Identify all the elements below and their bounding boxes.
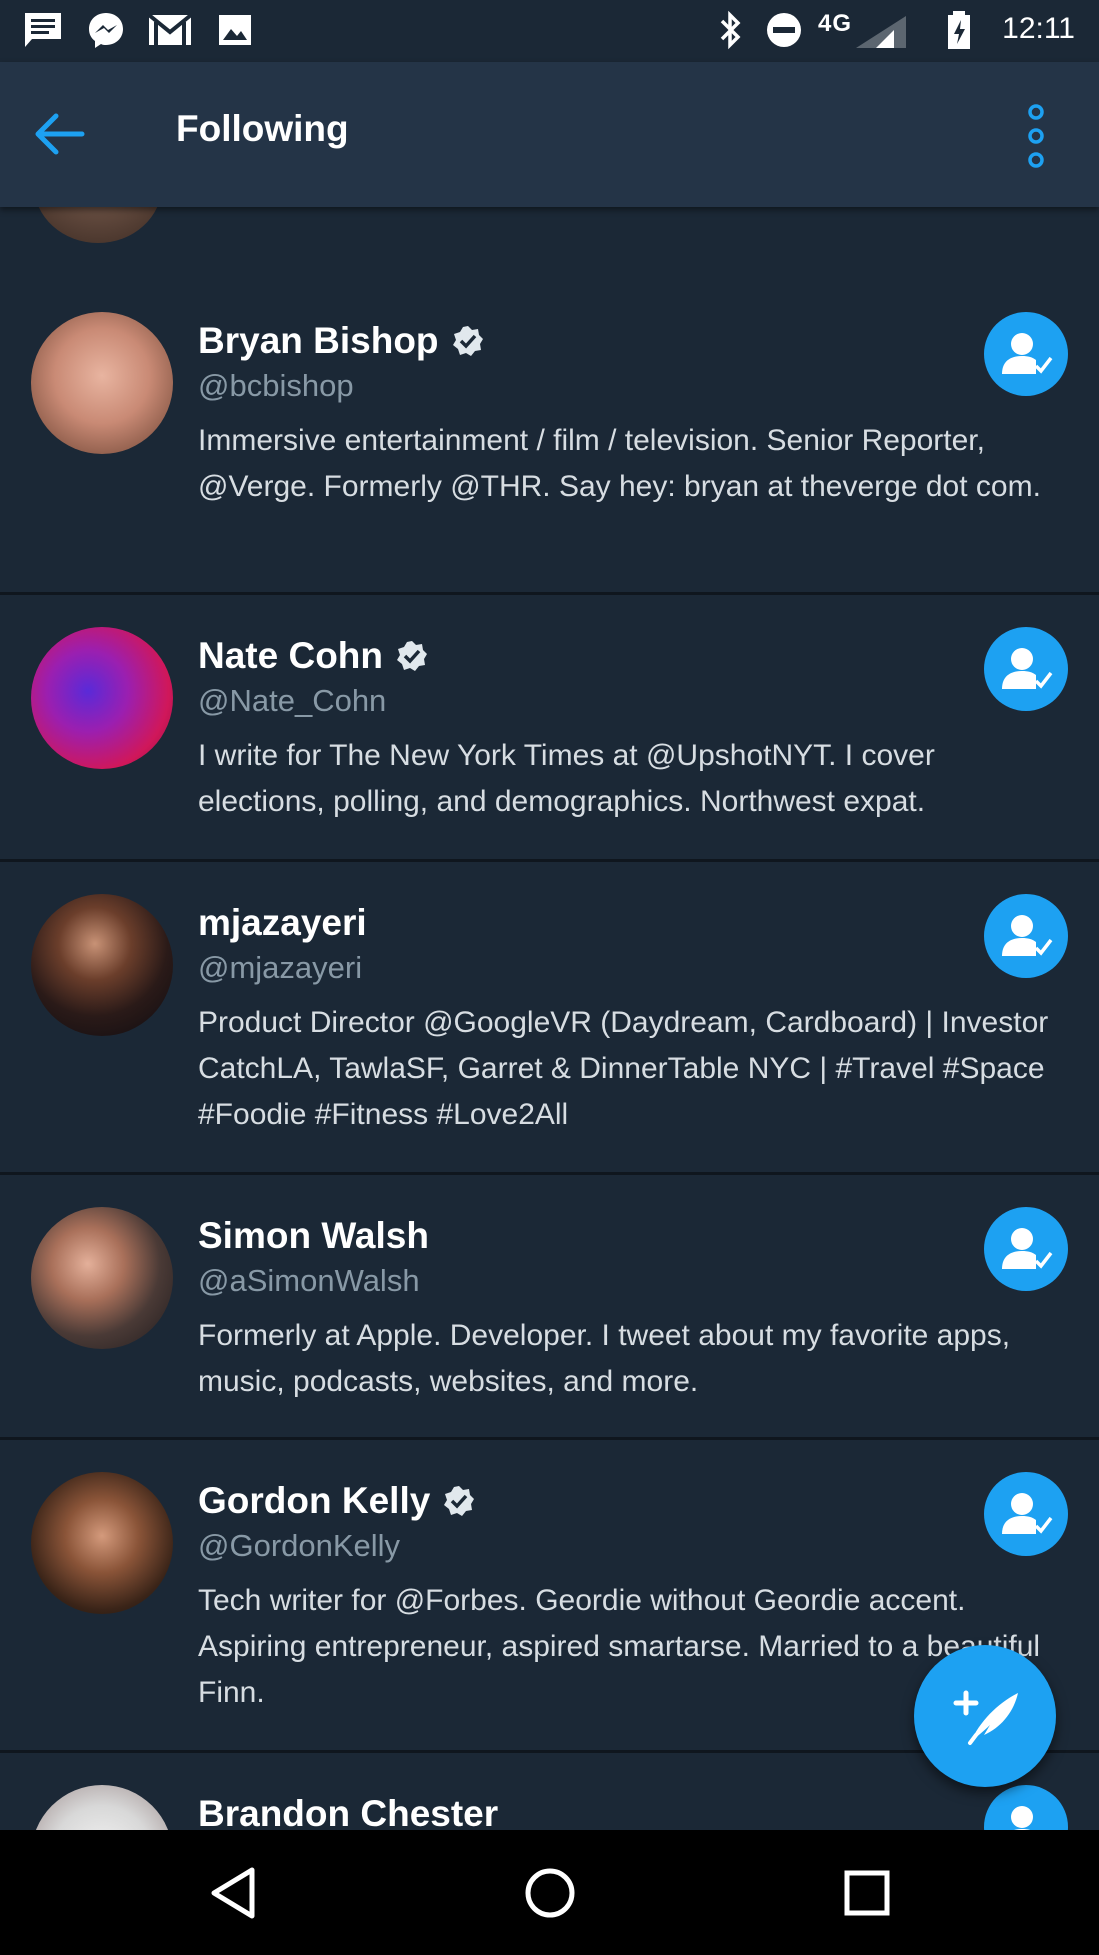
list-item-partial[interactable] [0, 207, 1099, 283]
user-name: Nate Cohn [198, 635, 383, 676]
compose-tweet-icon [953, 1690, 1018, 1745]
avatar[interactable] [31, 894, 173, 1036]
user-bio: I write for The New York Times at @Upsho… [198, 739, 935, 818]
following-list[interactable]: Bryan Bishop @bcbishop Immersive enterta… [0, 207, 1099, 1830]
messenger-icon [89, 13, 123, 48]
list-item[interactable]: Nate Cohn @Nate_Cohn I write for The New… [0, 595, 1099, 862]
following-toggle-button[interactable] [984, 894, 1068, 978]
app-bar: Following [0, 62, 1099, 207]
user-handle: @Nate_Cohn [198, 683, 387, 718]
following-toggle-button[interactable] [984, 1785, 1068, 1830]
avatar[interactable] [31, 1472, 173, 1614]
list-item[interactable]: mjazayeri @mjazayeri Product Director @G… [0, 862, 1099, 1175]
following-toggle-button[interactable] [984, 312, 1068, 396]
user-handle: @bcbishop [198, 368, 354, 403]
list-item[interactable]: Bryan Bishop @bcbishop Immersive enterta… [0, 280, 1099, 595]
person-check-icon [1002, 1228, 1053, 1269]
battery-charging-icon [948, 11, 970, 49]
following-toggle-button[interactable] [984, 1472, 1068, 1556]
bluetooth-icon [720, 10, 741, 50]
list-item[interactable]: Simon Walsh @aSimonWalsh Formerly at App… [0, 1175, 1099, 1440]
avatar[interactable] [31, 1785, 173, 1830]
avatar[interactable] [31, 312, 173, 454]
photo-icon [219, 15, 251, 45]
user-name: Simon Walsh [198, 1215, 429, 1256]
user-handle: @mjazayeri [198, 950, 363, 985]
user-name: mjazayeri [198, 902, 367, 943]
signal-icon [856, 16, 906, 48]
user-name: Bryan Bishop [198, 320, 439, 361]
nav-back-triangle-icon[interactable] [200, 1858, 270, 1928]
avatar[interactable] [34, 207, 162, 243]
person-check-icon [1011, 1806, 1050, 1830]
do-not-disturb-icon [767, 13, 801, 47]
verified-badge-icon [452, 326, 483, 356]
user-bio: Immersive entertainment / film / televis… [198, 424, 1041, 503]
person-check-icon [1002, 915, 1053, 956]
user-name: Gordon Kelly [198, 1480, 431, 1521]
more-vert-icon[interactable] [1010, 100, 1062, 172]
following-toggle-button[interactable] [984, 1207, 1068, 1291]
gmail-icon [147, 13, 193, 45]
user-handle: @aSimonWalsh [198, 1263, 420, 1298]
avatar[interactable] [31, 1207, 173, 1349]
person-check-icon [1002, 1493, 1053, 1534]
user-bio: Formerly at Apple. Developer. I tweet ab… [198, 1319, 1011, 1398]
system-nav-bar [0, 1830, 1099, 1955]
person-check-icon [1002, 648, 1053, 689]
message-icon [25, 13, 61, 47]
user-name: Brandon Chester [198, 1793, 499, 1830]
following-toggle-button[interactable] [984, 627, 1068, 711]
verified-badge-icon [397, 641, 427, 671]
nav-recents-square-icon[interactable] [832, 1858, 902, 1928]
person-check-icon [1002, 333, 1053, 374]
user-handle: @GordonKelly [198, 1528, 401, 1563]
back-button[interactable] [30, 106, 96, 162]
nav-home-circle-icon[interactable] [515, 1858, 585, 1928]
compose-tweet-button[interactable] [914, 1645, 1056, 1787]
status-bar: 4G 12:11 [0, 0, 1099, 62]
page-title: Following [176, 108, 349, 149]
clock: 12:11 [1002, 12, 1075, 45]
verified-badge-icon [444, 1486, 475, 1516]
avatar[interactable] [31, 627, 173, 769]
user-bio: Product Director @GoogleVR (Daydream, Ca… [198, 1006, 1049, 1131]
